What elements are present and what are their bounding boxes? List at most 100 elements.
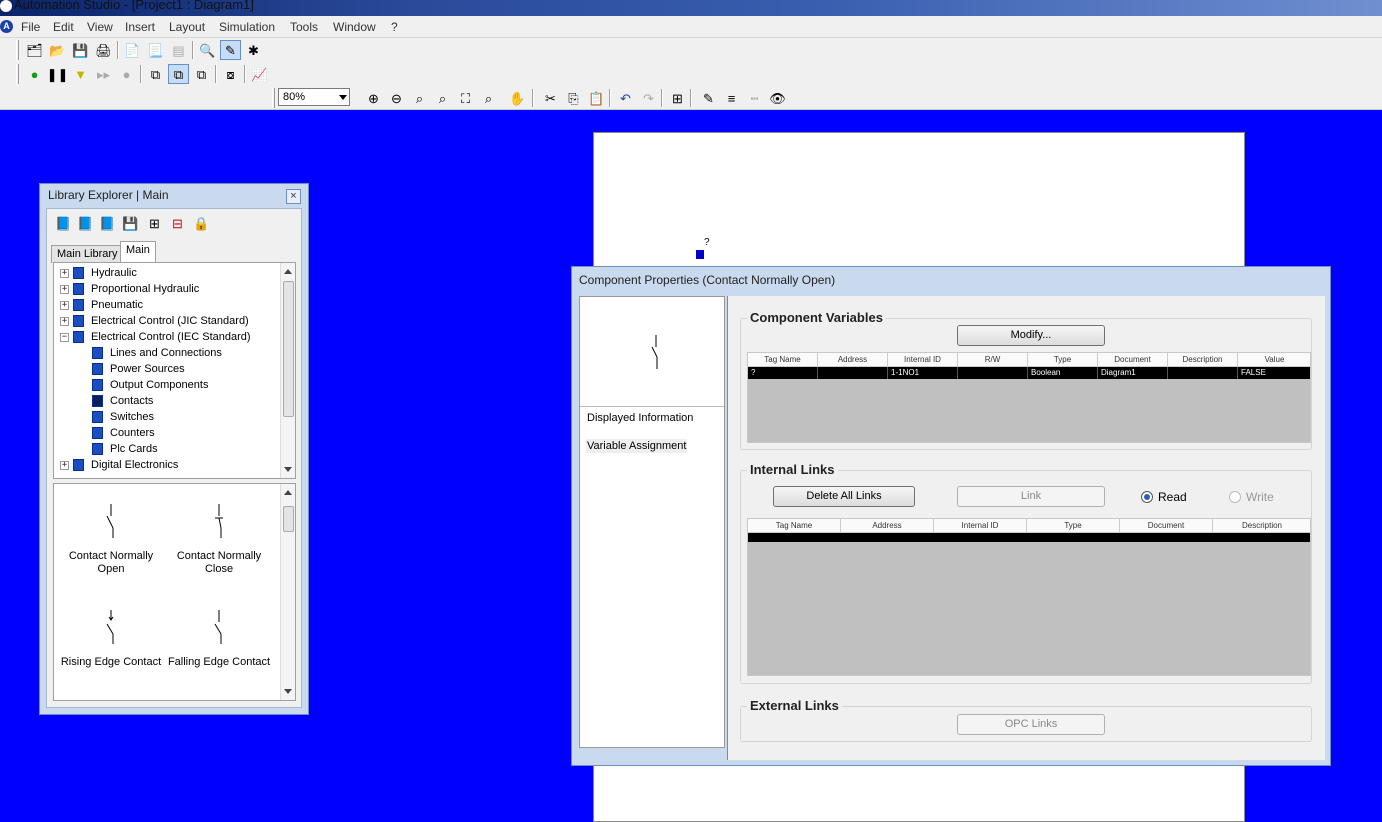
plotter-icon[interactable]: 📈 xyxy=(249,64,270,84)
expand-plus-icon[interactable]: + xyxy=(60,268,69,278)
delete-all-links-button[interactable]: Delete All Links xyxy=(773,486,915,507)
tab-main-library[interactable]: Main Library xyxy=(51,245,124,263)
zoom-select[interactable]: 80% xyxy=(278,88,350,106)
collapse-minus-icon[interactable]: − xyxy=(60,332,69,342)
tree-item-electrical-iec[interactable]: − Electrical Control (IEC Standard) xyxy=(60,329,251,345)
tree-item-hydraulic[interactable]: + Hydraulic xyxy=(60,265,137,281)
column-header[interactable]: Type xyxy=(1027,519,1120,533)
paste-icon[interactable]: 📋 xyxy=(586,88,607,108)
menu-insert[interactable]: Insert xyxy=(125,20,155,34)
radio-unchecked-icon[interactable] xyxy=(1229,491,1241,503)
explorer-icon[interactable]: ✱ xyxy=(243,40,264,60)
zoom-window-icon[interactable]: ⌕ xyxy=(409,88,430,108)
toolbar-grip[interactable] xyxy=(16,40,19,60)
preview-contact-normally-open[interactable]: Contact Normally Open xyxy=(56,504,166,576)
tree-item-pneumatic[interactable]: + Pneumatic xyxy=(60,297,143,313)
column-header[interactable]: Type xyxy=(1028,353,1098,367)
column-header[interactable]: Tag Name xyxy=(748,353,818,367)
column-header[interactable]: Address xyxy=(818,353,888,367)
nav-displayed-information[interactable]: Displayed Information xyxy=(586,411,694,425)
new-library-icon[interactable]: 📘 xyxy=(75,213,96,233)
menu-window[interactable]: Window xyxy=(333,20,376,34)
tree-item-power-sources[interactable]: Power Sources xyxy=(92,361,185,377)
scroll-thumb[interactable] xyxy=(283,281,294,417)
read-radio[interactable]: Read xyxy=(1141,490,1187,504)
tab-main[interactable]: Main xyxy=(120,241,156,263)
column-header[interactable]: Internal ID xyxy=(934,519,1027,533)
chevron-down-icon[interactable] xyxy=(339,95,347,100)
menu-file[interactable]: File xyxy=(21,20,40,34)
menu-help[interactable]: ? xyxy=(391,20,398,34)
preview-falling-edge-contact[interactable]: Falling Edge Contact xyxy=(164,610,274,669)
add-component-icon[interactable]: ⊞ xyxy=(144,213,165,233)
run-simulation-icon[interactable]: ● xyxy=(24,64,45,84)
column-header[interactable]: Address xyxy=(841,519,934,533)
stop-icon[interactable]: ● xyxy=(116,64,137,84)
column-header[interactable]: Tag Name xyxy=(748,519,841,533)
zoom-fit-icon[interactable]: ⛶ xyxy=(455,88,476,108)
open-library-icon[interactable]: 📘 xyxy=(53,213,74,233)
close-library-icon[interactable]: 📘 xyxy=(97,213,118,233)
table-cell[interactable]: Boolean xyxy=(1028,367,1098,379)
contact-component-marker[interactable] xyxy=(696,250,704,259)
zoom-page-icon[interactable]: ⌕ xyxy=(432,88,453,108)
slow-motion-icon[interactable]: ▸▸ xyxy=(93,64,114,84)
scroll-down-icon[interactable] xyxy=(284,689,292,694)
undo-icon[interactable]: ↶ xyxy=(615,88,636,108)
library-icon[interactable]: ⧉ xyxy=(145,64,166,84)
table-row[interactable]: ? 1-1NO1 Boolean Diagram1 FALSE xyxy=(748,367,1310,379)
preview-rising-edge-contact[interactable]: Rising Edge Contact xyxy=(56,610,166,669)
expand-plus-icon[interactable]: + xyxy=(60,284,69,294)
new-project-icon[interactable]: 🗂 xyxy=(24,40,45,60)
bill-of-materials-icon[interactable]: ▤ xyxy=(168,40,189,60)
line-pattern-icon[interactable]: ┅ xyxy=(744,88,765,108)
column-header[interactable]: Document xyxy=(1098,353,1168,367)
opc-links-button[interactable]: OPC Links xyxy=(957,714,1105,735)
save-library-icon[interactable]: 💾 xyxy=(120,213,141,233)
menu-layout[interactable]: Layout xyxy=(169,20,205,34)
scroll-thumb[interactable] xyxy=(283,506,294,532)
link-button[interactable]: Link xyxy=(957,486,1105,507)
column-header[interactable]: Value xyxy=(1238,353,1310,367)
column-header[interactable]: Description xyxy=(1213,519,1310,533)
new-diagram-icon[interactable]: 📄 xyxy=(122,40,143,60)
menu-simulation[interactable]: Simulation xyxy=(219,20,275,34)
step-icon[interactable]: ▼ xyxy=(70,64,91,84)
scroll-down-icon[interactable] xyxy=(284,467,292,472)
column-header[interactable]: Internal ID xyxy=(888,353,958,367)
write-radio[interactable]: Write xyxy=(1229,490,1274,504)
toolbar-grip[interactable] xyxy=(16,64,19,84)
column-header[interactable]: Document xyxy=(1120,519,1213,533)
menu-edit[interactable]: Edit xyxy=(53,20,74,34)
tree-item-lines-and-connections[interactable]: Lines and Connections xyxy=(92,345,222,361)
table-row[interactable] xyxy=(748,533,1310,542)
tree-item-digital-electronics[interactable]: + Digital Electronics xyxy=(60,457,178,473)
save-icon[interactable]: 💾 xyxy=(70,40,91,60)
line-style-icon[interactable]: ≡ xyxy=(721,88,742,108)
remove-component-icon[interactable]: ⊟ xyxy=(167,213,188,233)
edit-mode-icon[interactable]: ✎ xyxy=(220,40,241,60)
toolbar-grip[interactable] xyxy=(272,88,275,108)
pause-icon[interactable]: ❚❚ xyxy=(47,64,69,84)
tree-item-proportional-hydraulic[interactable]: + Proportional Hydraulic xyxy=(60,281,199,297)
table-cell[interactable]: Diagram1 xyxy=(1098,367,1168,379)
table-cell[interactable]: 1-1NO1 xyxy=(888,367,958,379)
variable-manager-icon[interactable]: ⧇ xyxy=(220,64,241,84)
library-explorer-icon[interactable]: ⧉ xyxy=(168,64,189,84)
copy-icon[interactable]: ⎘ xyxy=(563,88,584,108)
tree-item-plc-cards[interactable]: Plc Cards xyxy=(92,441,158,457)
close-icon[interactable]: × xyxy=(286,189,301,204)
tree-item-switches[interactable]: Switches xyxy=(92,409,154,425)
tree-item-electrical-jic[interactable]: + Electrical Control (JIC Standard) xyxy=(60,313,249,329)
project-explorer-icon[interactable]: ⧉ xyxy=(191,64,212,84)
modify-button[interactable]: Modify... xyxy=(957,325,1105,346)
tree-item-contacts[interactable]: Contacts xyxy=(92,393,153,409)
expand-plus-icon[interactable]: + xyxy=(60,300,69,310)
column-header[interactable]: R/W xyxy=(958,353,1028,367)
redo-icon[interactable]: ↷ xyxy=(638,88,659,108)
tree-item-output-components[interactable]: Output Components xyxy=(92,377,208,393)
preview-contact-normally-close[interactable]: Contact Normally Close xyxy=(164,504,274,576)
table-cell[interactable] xyxy=(958,367,1028,379)
cut-icon[interactable]: ✂ xyxy=(540,88,561,108)
scroll-up-icon[interactable] xyxy=(284,490,292,495)
